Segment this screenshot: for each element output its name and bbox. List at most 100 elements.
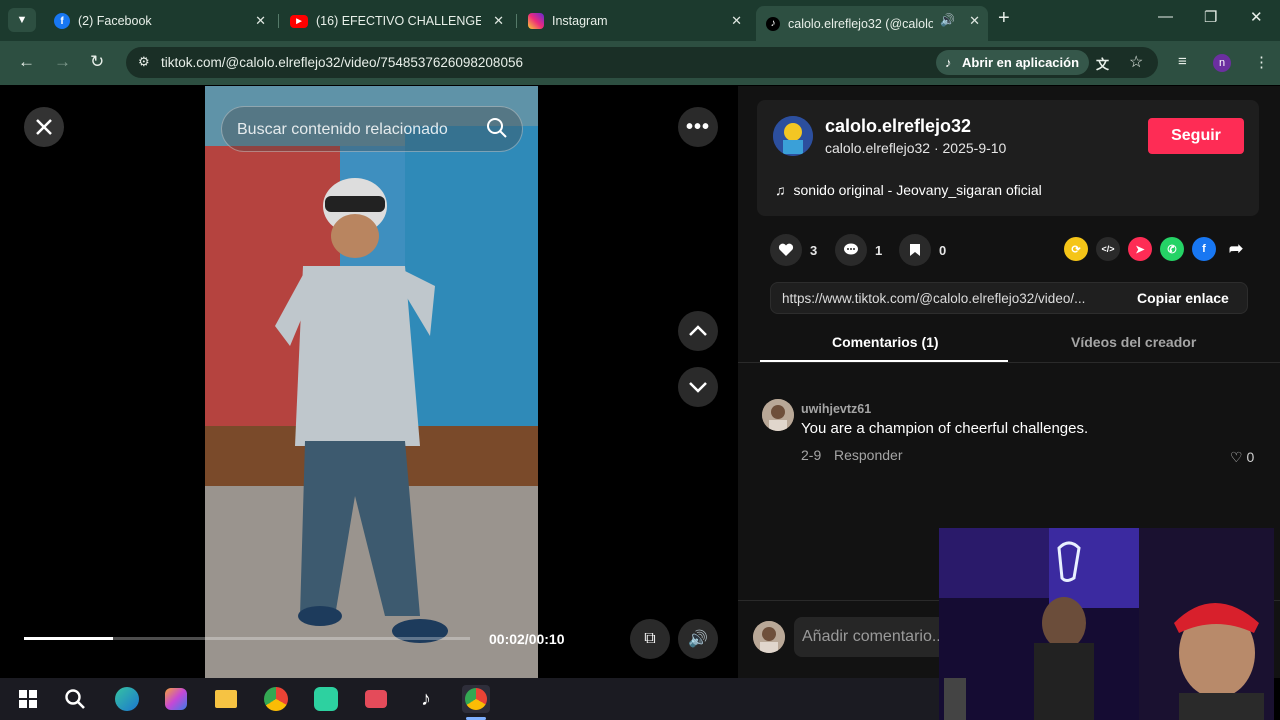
my-avatar bbox=[753, 621, 785, 653]
minimize-icon[interactable]: — bbox=[1158, 8, 1173, 25]
related-search-input[interactable]: Buscar contenido relacionado bbox=[221, 106, 523, 152]
facebook-icon: f bbox=[54, 13, 70, 29]
music-note-icon: ♫ bbox=[775, 182, 786, 198]
share-link-text[interactable]: https://www.tiktok.com/@calolo.elreflejo… bbox=[782, 291, 1115, 306]
open-in-app-button[interactable]: ♪ Abrir en aplicación bbox=[936, 50, 1090, 75]
author-card: calolo.elreflejo32 calolo.elreflejo32 · … bbox=[757, 100, 1259, 216]
chevron-down-icon: ▼ bbox=[16, 14, 28, 26]
send-to-friends-icon[interactable]: ➤ bbox=[1128, 237, 1152, 261]
close-tab-icon[interactable]: ✕ bbox=[493, 13, 504, 29]
video-progress-bar[interactable] bbox=[24, 637, 470, 640]
youtube-icon: ▶ bbox=[290, 14, 308, 28]
volume-icon: 🔊 bbox=[688, 631, 708, 648]
commenter-username[interactable]: uwihjevtz61 bbox=[801, 402, 871, 416]
browser-tab-strip: ▼ f (2) Facebook ✕ ▶ (16) EFECTIVO CHALL… bbox=[0, 0, 1280, 41]
more-options-button[interactable]: ••• bbox=[678, 107, 718, 147]
follow-button[interactable]: Seguir bbox=[1148, 118, 1244, 154]
tiktok-icon: ♪ bbox=[766, 16, 780, 31]
bookmark-icon bbox=[899, 234, 931, 266]
share-arrow-icon[interactable]: ➦ bbox=[1224, 237, 1248, 261]
music-link[interactable]: ♫ sonido original - Jeovany_sigaran ofici… bbox=[775, 182, 1042, 198]
close-window-icon[interactable]: ✕ bbox=[1250, 8, 1263, 26]
whatsapp-icon[interactable]: ✆ bbox=[1160, 237, 1184, 261]
close-icon bbox=[36, 119, 52, 135]
author-username[interactable]: calolo.elreflejo32 bbox=[825, 116, 971, 137]
author-avatar[interactable] bbox=[773, 116, 813, 156]
search-taskbar-button[interactable] bbox=[61, 685, 89, 713]
search-placeholder: Buscar contenido relacionado bbox=[237, 121, 448, 138]
save-stat[interactable]: 0 bbox=[899, 234, 946, 266]
comment-like-count: 0 bbox=[1246, 449, 1255, 465]
chrome-profile-icon[interactable] bbox=[462, 685, 490, 713]
comment-stat[interactable]: 1 bbox=[835, 234, 882, 266]
capcut-icon[interactable] bbox=[312, 685, 340, 713]
author-subline: calolo.elreflejo32 · 2025-9-10 bbox=[825, 140, 1007, 156]
close-video-button[interactable] bbox=[24, 107, 64, 147]
maximize-icon[interactable]: ❐ bbox=[1204, 8, 1217, 26]
comment-date: 2-9 bbox=[801, 447, 822, 463]
comment-icon bbox=[835, 234, 867, 266]
reply-button[interactable]: Responder bbox=[834, 447, 903, 463]
forward-icon[interactable]: → bbox=[54, 52, 71, 72]
media-controls-icon[interactable]: ≡ bbox=[1178, 53, 1187, 70]
translate-icon[interactable]: 文 bbox=[1096, 54, 1109, 73]
tab-creator-videos[interactable]: Vídeos del creador bbox=[1071, 334, 1196, 350]
search-icon[interactable] bbox=[486, 117, 508, 144]
tab-title: calolo.elreflejo32 (@calolo.e bbox=[788, 16, 933, 31]
tab-instagram[interactable]: Instagram ✕ bbox=[518, 6, 750, 36]
profile-avatar[interactable]: n bbox=[1213, 54, 1231, 72]
start-button[interactable] bbox=[14, 685, 42, 713]
tab-tiktok[interactable]: ♪ calolo.elreflejo32 (@calolo.e 🔊 ✕ bbox=[756, 6, 988, 41]
video-player[interactable]: Buscar contenido relacionado ••• 00:02/0… bbox=[4, 86, 738, 678]
close-tab-icon[interactable]: ✕ bbox=[969, 13, 980, 29]
next-video-button[interactable] bbox=[678, 367, 718, 407]
tab-facebook[interactable]: f (2) Facebook ✕ bbox=[44, 6, 274, 36]
windows-taskbar: ♪ bbox=[0, 678, 939, 720]
tab-comments[interactable]: Comentarios (1) bbox=[832, 334, 939, 350]
save-count: 0 bbox=[939, 242, 947, 258]
divider bbox=[738, 362, 1280, 363]
tiktok-app-icon[interactable]: ♪ bbox=[412, 685, 440, 713]
music-title: sonido original - Jeovany_sigaran oficia… bbox=[793, 182, 1042, 198]
close-tab-icon[interactable]: ✕ bbox=[255, 13, 266, 29]
audio-playing-icon[interactable]: 🔊 bbox=[940, 13, 955, 27]
tab-title: (16) EFECTIVO CHALLENGE - La bbox=[316, 14, 481, 28]
open-in-app-label: Abrir en aplicación bbox=[962, 55, 1080, 70]
copilot-icon[interactable] bbox=[162, 685, 190, 713]
comment-like-button[interactable]: ♡ 0 bbox=[1230, 449, 1254, 466]
tab-youtube[interactable]: ▶ (16) EFECTIVO CHALLENGE - La ✕ bbox=[280, 6, 512, 36]
address-bar[interactable]: ⚙ tiktok.com/@calolo.elreflejo32/video/7… bbox=[126, 47, 1158, 78]
close-tab-icon[interactable]: ✕ bbox=[731, 13, 742, 29]
tab-title: (2) Facebook bbox=[78, 14, 152, 28]
pip-icon: ⧉ bbox=[644, 630, 656, 647]
chevron-up-icon bbox=[689, 325, 707, 336]
comment-count: 1 bbox=[875, 242, 883, 258]
reload-icon[interactable]: ↻ bbox=[90, 52, 104, 72]
file-explorer-icon[interactable] bbox=[212, 685, 240, 713]
chrome-icon[interactable] bbox=[262, 685, 290, 713]
tab-title: Instagram bbox=[552, 14, 608, 28]
url-text: tiktok.com/@calolo.elreflejo32/video/754… bbox=[161, 55, 523, 70]
recorder-icon[interactable] bbox=[362, 685, 390, 713]
bookmark-star-icon[interactable]: ☆ bbox=[1129, 52, 1143, 72]
menu-icon[interactable]: ⋮ bbox=[1254, 53, 1269, 71]
repost-icon[interactable]: ⟳ bbox=[1064, 237, 1088, 261]
embed-icon[interactable]: </> bbox=[1096, 237, 1120, 261]
previous-video-button[interactable] bbox=[678, 311, 718, 351]
like-stat[interactable]: 3 bbox=[770, 234, 817, 266]
volume-button[interactable]: 🔊 bbox=[678, 619, 718, 659]
tab-search-button[interactable]: ▼ bbox=[8, 8, 36, 32]
like-count: 3 bbox=[810, 242, 818, 258]
copy-link-button[interactable]: Copiar enlace bbox=[1137, 290, 1229, 306]
back-icon[interactable]: ← bbox=[18, 52, 35, 72]
heart-outline-icon: ♡ bbox=[1230, 449, 1243, 465]
video-frame[interactable] bbox=[205, 86, 538, 678]
commenter-avatar[interactable] bbox=[762, 399, 794, 431]
site-info-icon[interactable]: ⚙ bbox=[138, 54, 150, 70]
search-icon bbox=[65, 689, 85, 709]
edge-icon[interactable] bbox=[113, 685, 141, 713]
picture-in-picture-button[interactable]: ⧉ bbox=[630, 619, 670, 659]
facebook-share-icon[interactable]: f bbox=[1192, 237, 1216, 261]
new-tab-button[interactable]: + bbox=[998, 7, 1010, 30]
webcam-overlay bbox=[939, 528, 1274, 720]
